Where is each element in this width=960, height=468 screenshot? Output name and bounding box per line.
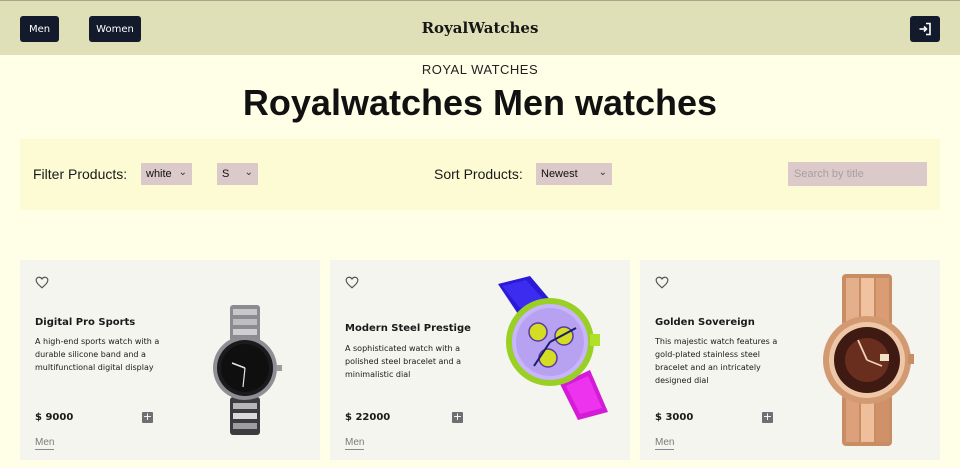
product-category[interactable]: Men xyxy=(345,437,365,450)
colorful-chronograph-watch-image xyxy=(498,276,608,420)
brand-logo[interactable]: RoyalWatches xyxy=(0,19,960,37)
chevron-down-icon: ⌄ xyxy=(244,167,253,178)
heart-icon[interactable] xyxy=(655,276,669,289)
hero-kicker: ROYAL WATCHES xyxy=(421,62,539,77)
chevron-down-icon: ⌄ xyxy=(598,167,607,178)
product-price: $ 9000 xyxy=(35,412,74,423)
size-filter-value: S xyxy=(222,168,230,180)
add-to-cart-button[interactable]: + xyxy=(452,411,463,423)
color-filter-select[interactable]: white ⌄ xyxy=(141,163,192,185)
product-description: A sophisticated watch with a polished st… xyxy=(345,344,462,379)
product-card[interactable]: Digital Pro Sports A high-end sports wat… xyxy=(20,260,320,460)
gold-dress-watch-image xyxy=(823,274,914,446)
heart-icon[interactable] xyxy=(345,276,359,289)
heart-icon[interactable] xyxy=(35,276,49,289)
login-icon xyxy=(919,22,931,36)
product-category[interactable]: Men xyxy=(35,437,55,450)
search-input[interactable]: Search by title xyxy=(788,162,927,186)
product-title[interactable]: Modern Steel Prestige xyxy=(345,323,495,334)
product-description: This majestic watch features a gold-plat… xyxy=(655,337,778,385)
top-navbar: Men Women RoyalWatches xyxy=(0,0,960,55)
product-price: $ 22000 xyxy=(345,412,391,423)
product-card[interactable]: Golden Sovereign This majestic watch fea… xyxy=(640,260,940,460)
product-card[interactable]: Modern Steel Prestige A sophisticated wa… xyxy=(330,260,630,460)
login-button[interactable] xyxy=(910,16,940,42)
product-title[interactable]: Golden Sovereign xyxy=(655,317,805,328)
sort-value: Newest xyxy=(541,168,578,180)
filter-label: Filter Products: xyxy=(33,166,128,182)
chevron-down-icon: ⌄ xyxy=(178,167,187,178)
product-price: $ 3000 xyxy=(655,412,694,423)
filter-bar: Filter Products: white ⌄ S ⌄ Sort Produc… xyxy=(20,139,940,210)
page-title: Royalwatches Men watches xyxy=(242,82,718,123)
color-filter-value: white xyxy=(146,168,172,180)
add-to-cart-button[interactable]: + xyxy=(142,411,153,423)
product-category[interactable]: Men xyxy=(655,437,675,450)
sort-label: Sort Products: xyxy=(434,166,523,182)
product-description: A high-end sports watch with a durable s… xyxy=(35,337,160,372)
add-to-cart-button[interactable]: + xyxy=(762,411,773,423)
search-placeholder: Search by title xyxy=(794,168,864,180)
size-filter-select[interactable]: S ⌄ xyxy=(217,163,258,185)
black-steel-watch-image xyxy=(213,305,282,435)
product-title[interactable]: Digital Pro Sports xyxy=(35,317,185,328)
sort-select[interactable]: Newest ⌄ xyxy=(536,163,612,185)
